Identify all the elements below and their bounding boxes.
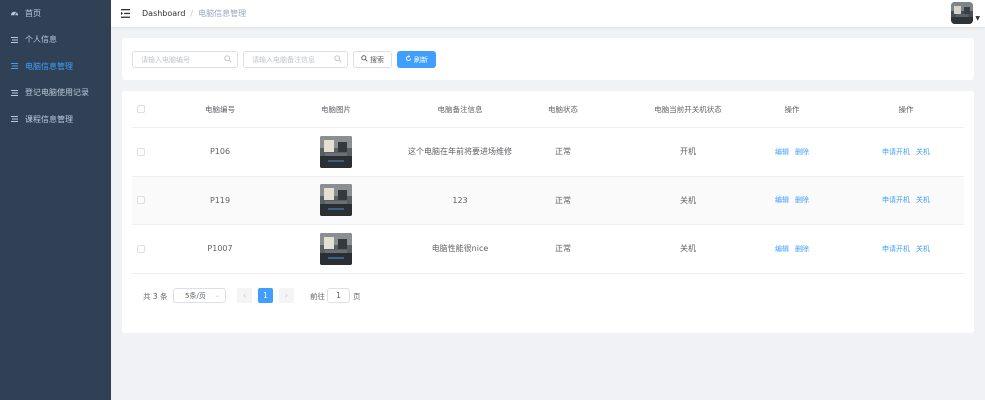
search-icon	[224, 55, 232, 65]
refresh-button-label: 刷新	[414, 55, 428, 64]
sidebar-item-label: 首页	[25, 8, 41, 18]
edit-button[interactable]: 编辑	[775, 195, 789, 205]
header-computer-image: 电脑图片	[321, 104, 351, 114]
computer-remark-input[interactable]: 请输入电脑备注信息	[243, 51, 348, 68]
computer-number-input[interactable]: 请输入电脑编号	[132, 51, 238, 68]
computer-number: P106	[209, 147, 231, 157]
computer-remark-placeholder: 请输入电脑备注信息	[252, 55, 315, 64]
page-size-select[interactable]: 5条/页 ⌄	[173, 288, 226, 303]
sidebar-item-computer-info[interactable]: 电脑信息管理	[0, 53, 111, 80]
delete-button[interactable]: 删除	[795, 244, 809, 254]
table-row: P106 这个电脑在年前将要进场维修 正常 开机 编辑 删除 申请开机 关机	[132, 128, 964, 177]
computer-number-placeholder: 请输入电脑编号	[141, 55, 190, 64]
select-all-checkbox[interactable]	[137, 105, 145, 113]
computer-number: P1007	[207, 244, 233, 254]
sidebar-item-label: 电脑信息管理	[25, 61, 73, 71]
list-icon	[10, 88, 19, 97]
page-size-value: 5条/页	[185, 291, 206, 300]
row-checkbox[interactable]	[137, 244, 145, 253]
sidebar-item-label: 个人信息	[25, 35, 57, 45]
computer-number: P119	[209, 195, 231, 205]
search-icon	[361, 55, 368, 64]
row-checkbox[interactable]	[137, 196, 145, 205]
edit-button[interactable]: 编辑	[775, 147, 789, 157]
goto-label: 前往	[310, 292, 325, 301]
breadcrumb: Dashboard / 电脑信息管理	[142, 8, 246, 19]
sidebar-item-course-info[interactable]: 课程信息管理	[0, 106, 111, 133]
computer-status: 正常	[555, 195, 571, 205]
breadcrumb-separator: /	[190, 9, 194, 18]
avatar[interactable]	[951, 2, 974, 24]
header-computer-number: 电脑编号	[205, 104, 235, 114]
goto-page-input[interactable]: 1	[327, 288, 350, 303]
search-button[interactable]: 搜索	[353, 51, 392, 68]
shutdown-button[interactable]: 关机	[916, 147, 930, 157]
computer-remark: 这个电脑在年前将要进场维修	[408, 147, 512, 157]
computer-remark: 电脑性能很nice	[431, 244, 489, 254]
sidebar-item-label: 登记电脑使用记录	[25, 88, 89, 98]
header-computer-status: 电脑状态	[548, 104, 578, 114]
delete-button[interactable]: 删除	[795, 195, 809, 205]
table-row: P1007 电脑性能很nice 正常 关机 编辑 删除 申请开机 关机	[132, 225, 964, 274]
hamburger-icon[interactable]	[120, 8, 132, 20]
computer-image	[320, 135, 352, 168]
table-header: 电脑编号 电脑图片 电脑备注信息 电脑状态 电脑当前开关机状态 操作 操作	[132, 91, 964, 128]
chevron-left-icon: ‹	[242, 291, 247, 300]
apply-power-on-button[interactable]: 申请开机	[882, 195, 910, 205]
header-actions: 操作	[898, 104, 914, 114]
computer-remark: 123	[452, 195, 468, 205]
delete-button[interactable]: 删除	[795, 147, 809, 157]
shutdown-button[interactable]: 关机	[916, 195, 930, 205]
computer-table-panel: 电脑编号 电脑图片 电脑备注信息 电脑状态 电脑当前开关机状态 操作 操作 P1…	[122, 91, 974, 333]
search-button-label: 搜索	[370, 55, 384, 64]
header-actions: 操作	[784, 104, 800, 114]
apply-power-on-button[interactable]: 申请开机	[882, 147, 910, 157]
header-power-status: 电脑当前开关机状态	[654, 104, 722, 114]
page-number-current[interactable]: 1	[258, 288, 273, 303]
user-menu[interactable]: ▼	[951, 2, 980, 24]
pagination: 共 3 条 5条/页 ⌄ ‹ 1 › 前往 1 页	[122, 288, 974, 306]
shutdown-button[interactable]: 关机	[916, 244, 930, 254]
navbar: Dashboard / 电脑信息管理 ▼	[111, 0, 985, 27]
table-row: P119 123 正常 关机 编辑 删除 申请开机 关机	[132, 176, 964, 225]
sidebar-item-personal-info[interactable]: 个人信息	[0, 27, 111, 54]
page-suffix-label: 页	[353, 292, 361, 301]
computer-image	[320, 184, 352, 217]
sidebar-item-usage-record[interactable]: 登记电脑使用记录	[0, 80, 111, 107]
computer-image	[320, 232, 352, 265]
power-status: 关机	[680, 244, 696, 254]
next-page-button[interactable]: ›	[279, 288, 294, 303]
computer-status: 正常	[555, 147, 571, 157]
edit-button[interactable]: 编辑	[775, 244, 789, 254]
prev-page-button[interactable]: ‹	[237, 288, 252, 303]
list-icon	[10, 62, 19, 71]
apply-power-on-button[interactable]: 申请开机	[882, 244, 910, 254]
sidebar-item-label: 课程信息管理	[25, 114, 73, 124]
refresh-button[interactable]: 刷新	[397, 51, 436, 68]
breadcrumb-root[interactable]: Dashboard	[142, 9, 185, 18]
dashboard-icon	[10, 9, 19, 18]
list-icon	[10, 35, 19, 44]
computer-status: 正常	[555, 244, 571, 254]
search-panel: 请输入电脑编号 请输入电脑备注信息 搜索 刷新	[122, 38, 974, 80]
computer-table: 电脑编号 电脑图片 电脑备注信息 电脑状态 电脑当前开关机状态 操作 操作 P1…	[132, 91, 964, 274]
header-computer-remark: 电脑备注信息	[437, 104, 483, 114]
chevron-down-icon: ⌄	[214, 292, 220, 299]
list-icon	[10, 115, 19, 124]
row-checkbox[interactable]	[137, 147, 145, 156]
pagination-total: 共 3 条	[143, 292, 168, 301]
refresh-icon	[405, 55, 412, 64]
power-status: 关机	[680, 195, 696, 205]
search-icon	[334, 55, 342, 65]
caret-down-icon[interactable]: ▼	[975, 15, 980, 22]
breadcrumb-current: 电脑信息管理	[198, 9, 247, 18]
sidebar: 首页 个人信息 电脑信息管理 登记电脑使用记录 课程信息管理	[0, 0, 111, 400]
sidebar-item-home[interactable]: 首页	[0, 0, 111, 27]
chevron-right-icon: ›	[284, 291, 289, 300]
power-status: 开机	[680, 147, 696, 157]
